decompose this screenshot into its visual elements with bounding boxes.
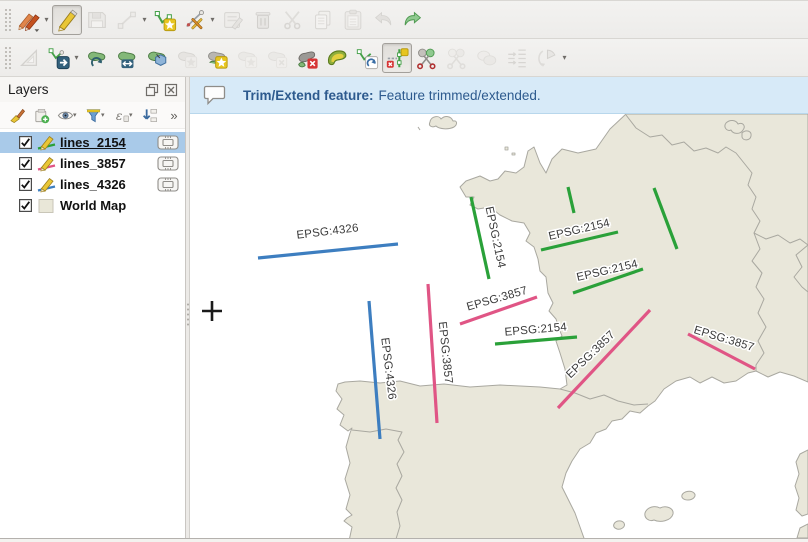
layer-visibility-checkbox[interactable]	[19, 178, 32, 191]
filter-by-expression-dropdown-icon[interactable]: ▾	[129, 111, 137, 119]
save-layer-edits-button[interactable]	[82, 5, 112, 35]
rotate-feature-button[interactable]	[82, 43, 112, 73]
layer-name: lines_4326	[60, 177, 157, 192]
message-bar: Trim/Extend feature:Feature trimmed/exte…	[190, 77, 808, 114]
panel-overflow-button[interactable]: »	[161, 104, 185, 126]
layer-editing-pencil-icon	[37, 156, 56, 172]
split-parts-button[interactable]	[442, 43, 472, 73]
delete-selected-button[interactable]	[248, 5, 278, 35]
move-feature-button[interactable]	[44, 43, 74, 73]
layer-visibility-checkbox[interactable]	[19, 199, 32, 212]
manage-map-themes-dropdown-icon[interactable]: ▾	[73, 111, 81, 119]
layer-row-lines-2154[interactable]: lines_2154	[0, 132, 185, 153]
layers-panel: Layers ▾ ▾ε ▾ » lines_2154lines_3857line…	[0, 77, 186, 538]
undo-button[interactable]	[368, 5, 398, 35]
map-line-label: EPSG:4326	[296, 222, 360, 242]
qgis-window: ▾ ▾ ▾ ▾	[0, 0, 808, 542]
map-line-label: EPSG:3857	[465, 285, 528, 314]
window-bottom-edge	[0, 538, 808, 542]
layer-editing-pencil-icon	[37, 135, 56, 151]
layer-editing-pencil-icon	[37, 177, 56, 193]
layers-panel-toolbar: ▾ ▾ ε ▾ »	[0, 102, 185, 129]
merge-attributes-button[interactable]	[502, 43, 532, 73]
layer-name: World Map	[60, 198, 185, 213]
digitize-line-button[interactable]	[112, 5, 142, 35]
add-part-button[interactable]	[172, 43, 202, 73]
expand-collapse-all-button[interactable]	[137, 104, 161, 126]
float-panel-icon[interactable]	[144, 82, 160, 98]
message-text: Trim/Extend feature:Feature trimmed/exte…	[243, 88, 541, 103]
layer-name: lines_3857	[60, 156, 157, 171]
offset-curve-button[interactable]	[322, 43, 352, 73]
fill-ring-button[interactable]	[202, 43, 232, 73]
merge-features-button[interactable]	[472, 43, 502, 73]
delete-part-button[interactable]	[262, 43, 292, 73]
simplify-feature-button[interactable]	[112, 43, 142, 73]
layer-visibility-checkbox[interactable]	[19, 136, 32, 149]
copy-features-button[interactable]	[308, 5, 338, 35]
vertex-tool-all-layers-button[interactable]	[150, 5, 180, 35]
reshape-features-button[interactable]	[352, 43, 382, 73]
map-canvas[interactable]: EPSG:4326EPSG:2154EPSG:2154EPSG:2154EPSG…	[190, 114, 808, 538]
svg-text:ε: ε	[115, 108, 122, 122]
message-bubble-icon	[203, 84, 227, 106]
layers-panel-title: Layers	[8, 82, 141, 97]
layer-row-world-map[interactable]: World Map	[0, 195, 185, 216]
rotate-point-symbols-button[interactable]	[532, 43, 562, 73]
vertex-tool-current-layer-button[interactable]	[180, 5, 210, 35]
modify-attributes-button[interactable]	[218, 5, 248, 35]
split-features-button[interactable]	[412, 43, 442, 73]
toolbar-drag-handle[interactable]	[3, 7, 11, 33]
toolbar-drag-handle[interactable]	[3, 45, 11, 71]
layer-row-lines-4326[interactable]: lines_4326	[0, 174, 185, 195]
delete-part-selected-button[interactable]	[292, 43, 322, 73]
redo-button[interactable]	[398, 5, 428, 35]
layer-row-lines-3857[interactable]: lines_3857	[0, 153, 185, 174]
message-title: Trim/Extend feature:	[243, 88, 374, 103]
open-layer-styling-button[interactable]	[5, 104, 29, 126]
memory-layer-indicator-icon[interactable]	[157, 177, 179, 192]
delete-ring-button[interactable]	[232, 43, 262, 73]
map-line-label: EPSG:2154	[504, 321, 568, 338]
advanced-digitizing-toolbar: ▾ ▾	[0, 39, 808, 77]
close-panel-icon[interactable]	[163, 82, 179, 98]
current-edits-button[interactable]	[14, 5, 44, 35]
map-line-label: EPSG:3857	[436, 321, 454, 384]
toggle-editing-button[interactable]	[52, 5, 82, 35]
world-map-layer	[336, 114, 808, 538]
map-svg: EPSG:4326EPSG:2154EPSG:2154EPSG:2154EPSG…	[190, 114, 808, 538]
cad-tools-button[interactable]	[14, 43, 44, 73]
memory-layer-indicator-icon[interactable]	[157, 156, 179, 171]
layer-name: lines_2154	[60, 135, 157, 150]
map-line-feature[interactable]	[258, 244, 398, 258]
add-group-button[interactable]	[29, 104, 53, 126]
layer-visibility-checkbox[interactable]	[19, 157, 32, 170]
layers-panel-header: Layers	[0, 77, 185, 102]
paste-features-button[interactable]	[338, 5, 368, 35]
trim-extend-button[interactable]	[382, 43, 412, 73]
cut-features-button[interactable]	[278, 5, 308, 35]
digitizing-toolbar: ▾ ▾ ▾	[0, 1, 808, 39]
layer-tree: lines_2154 lines_3857 lines_4326 World Map	[0, 129, 185, 538]
memory-layer-indicator-icon[interactable]	[157, 135, 179, 150]
crosshair-cursor	[201, 300, 223, 322]
filter-legend-dropdown-icon[interactable]: ▾	[101, 111, 109, 119]
add-ring-button[interactable]	[142, 43, 172, 73]
layer-swatch-icon	[37, 198, 56, 214]
